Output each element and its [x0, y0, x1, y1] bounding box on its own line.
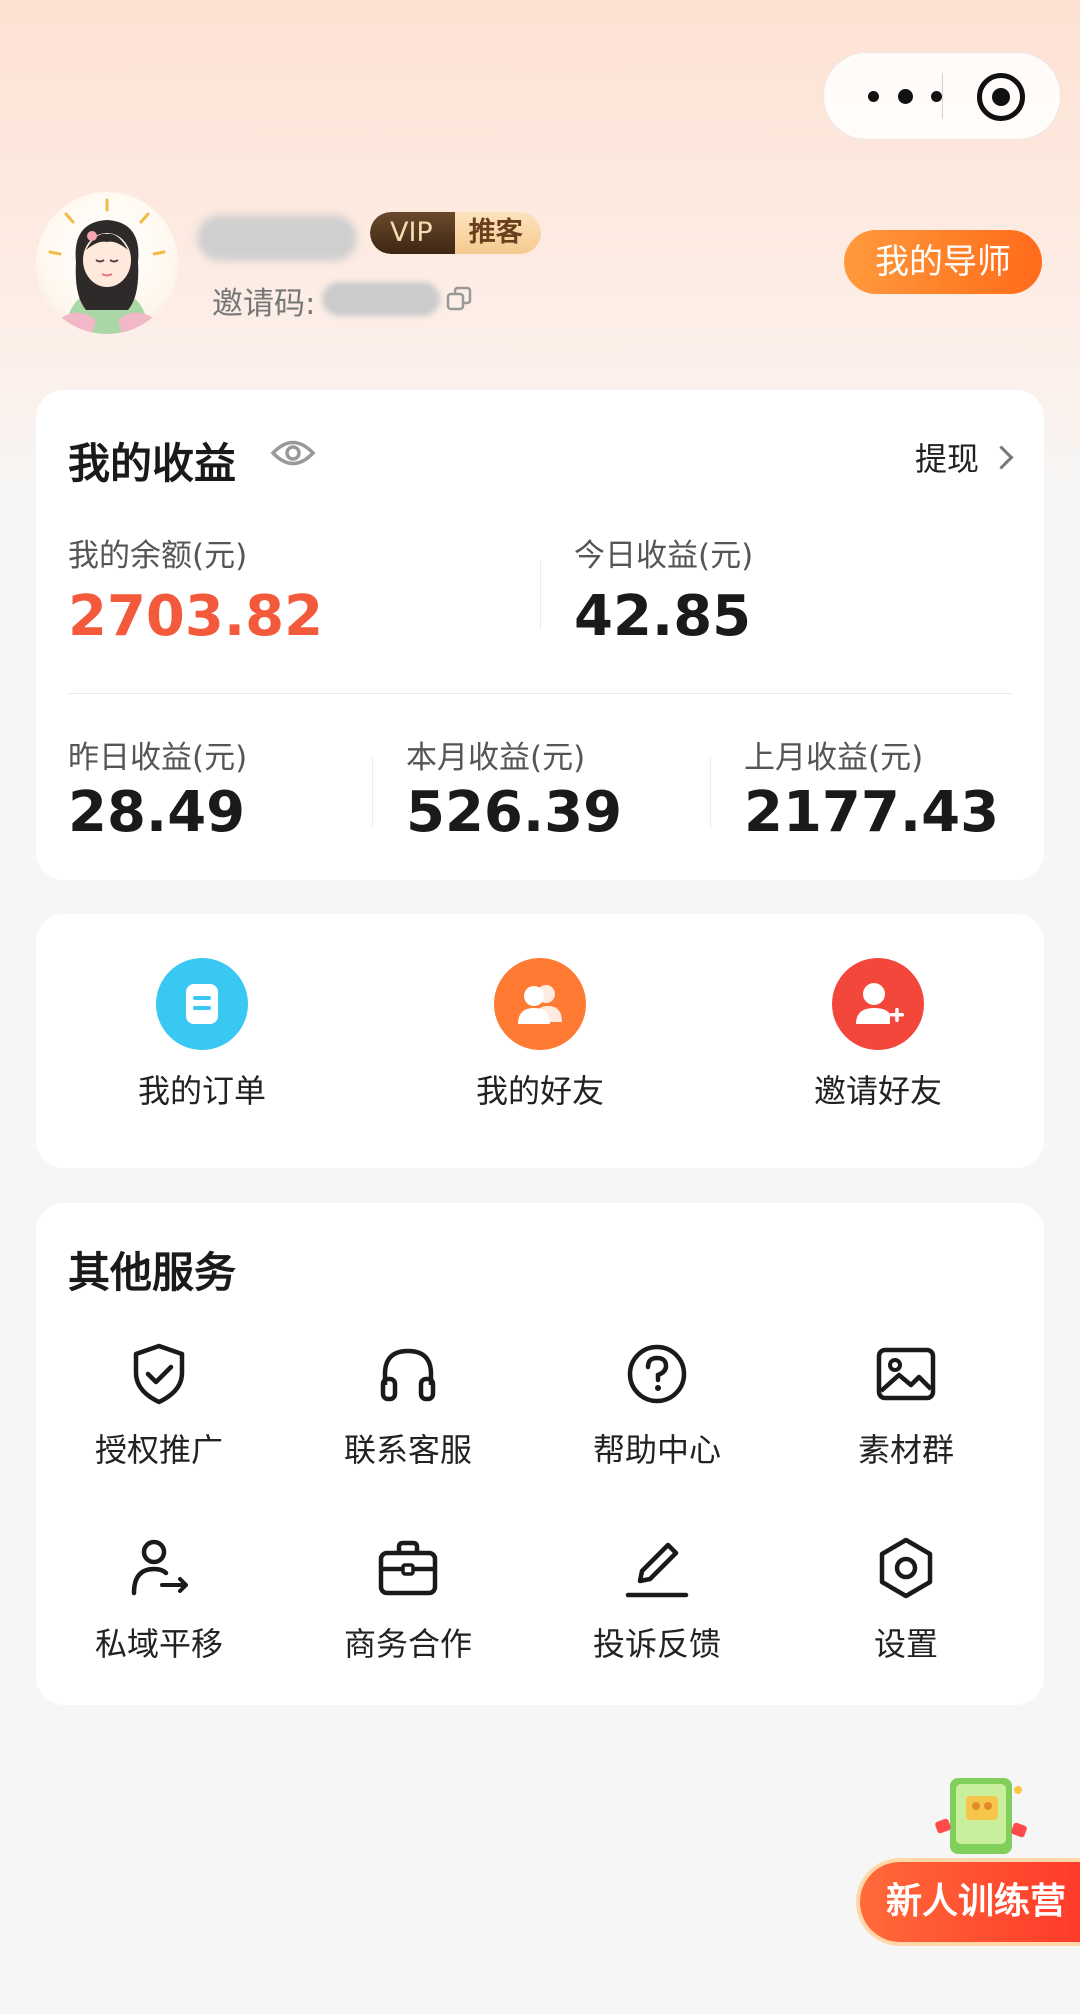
- edit-icon: [625, 1542, 689, 1598]
- username-masked: [197, 215, 357, 261]
- service-label: 商务合作: [343, 1625, 472, 1663]
- eye-icon[interactable]: [270, 436, 316, 470]
- service-authorize-promotion[interactable]: 授权推广: [59, 1341, 259, 1471]
- earnings-card: 我的收益 提现 我的余额(元) 2703.82 今日收益(元) 42.85 昨日…: [36, 390, 1044, 880]
- service-label: 素材群: [857, 1431, 954, 1469]
- vip-label: VIP: [370, 212, 455, 254]
- other-services-card: 其他服务 授权推广 联系客服 帮助中心 素材群 私域平移 商务合作 投诉反馈 设…: [36, 1203, 1044, 1705]
- role-label: 推客: [454, 212, 541, 254]
- divider: [540, 560, 541, 630]
- newcomer-camp-label: 新人训练营: [856, 1858, 1080, 1946]
- help-icon: [627, 1344, 687, 1404]
- yesterday-earnings-value: 28.49: [68, 780, 246, 845]
- chevron-right-icon: [989, 444, 1014, 470]
- divider: [68, 693, 1012, 694]
- capsule-divider: [942, 73, 943, 119]
- service-help-center[interactable]: 帮助中心: [557, 1341, 757, 1471]
- yesterday-earnings-label: 昨日收益(元): [68, 740, 248, 776]
- today-earnings-value: 42.85: [574, 584, 752, 649]
- my-orders-button[interactable]: 我的订单: [102, 958, 302, 1112]
- action-label: 我的订单: [137, 1072, 266, 1110]
- quick-actions-card: 我的订单 我的好友 邀请好友: [36, 914, 1044, 1168]
- service-material-group[interactable]: 素材群: [806, 1341, 1006, 1471]
- service-complaint-feedback[interactable]: 投诉反馈: [557, 1535, 757, 1665]
- divider: [710, 758, 711, 828]
- my-friends-button[interactable]: 我的好友: [440, 958, 640, 1112]
- action-label: 邀请好友: [813, 1072, 942, 1110]
- miniprogram-capsule: [823, 52, 1061, 140]
- service-label: 帮助中心: [592, 1431, 721, 1469]
- avatar-illustration-icon: [48, 198, 166, 334]
- invite-code-masked: [322, 282, 440, 316]
- this-month-earnings-value: 526.39: [406, 780, 623, 845]
- this-month-earnings-label: 本月收益(元): [406, 740, 586, 776]
- briefcase-icon: [378, 1540, 438, 1596]
- my-mentor-button[interactable]: 我的导师: [844, 230, 1042, 294]
- action-label: 我的好友: [475, 1072, 604, 1110]
- user-transfer-icon: [131, 1539, 188, 1596]
- service-business-cooperation[interactable]: 商务合作: [308, 1535, 508, 1665]
- earnings-title: 我的收益: [68, 439, 237, 488]
- balance-label: 我的余额(元): [68, 538, 248, 574]
- service-label: 私域平移: [94, 1625, 223, 1663]
- invite-code-label: 邀请码:: [212, 286, 316, 322]
- close-miniprogram-icon[interactable]: [977, 73, 1025, 121]
- service-label: 联系客服: [343, 1431, 472, 1469]
- invite-friend-icon: [832, 958, 924, 1050]
- service-private-domain-transfer[interactable]: 私域平移: [59, 1535, 259, 1665]
- last-month-earnings-value: 2177.43: [744, 780, 1000, 845]
- newcomer-camp-float[interactable]: 新人训练营: [850, 1770, 1080, 1970]
- vip-badge: VIP 推客: [370, 212, 541, 254]
- invite-friends-button[interactable]: 邀请好友: [778, 958, 978, 1112]
- service-label: 投诉反馈: [592, 1625, 721, 1663]
- book-illustration-icon: [935, 1778, 1027, 1854]
- avatar[interactable]: [36, 192, 178, 334]
- balance-value: 2703.82: [68, 584, 324, 649]
- friends-icon: [494, 958, 586, 1050]
- headphones-icon: [380, 1348, 436, 1402]
- service-label: 授权推广: [94, 1431, 223, 1469]
- divider: [372, 758, 373, 828]
- today-earnings-label: 今日收益(元): [574, 538, 754, 574]
- last-month-earnings-label: 上月收益(元): [744, 740, 924, 776]
- order-icon: [156, 958, 248, 1050]
- more-icon[interactable]: [868, 79, 942, 113]
- copy-icon[interactable]: [446, 286, 472, 312]
- service-settings[interactable]: 设置: [806, 1535, 1006, 1665]
- shield-check-icon: [133, 1343, 185, 1405]
- image-icon: [876, 1347, 936, 1401]
- service-label: 设置: [873, 1625, 938, 1663]
- withdraw-link[interactable]: 提现: [914, 434, 1014, 480]
- settings-icon: [879, 1537, 933, 1599]
- service-customer-support[interactable]: 联系客服: [308, 1341, 508, 1471]
- services-title: 其他服务: [68, 1248, 237, 1297]
- withdraw-label: 提现: [914, 440, 979, 478]
